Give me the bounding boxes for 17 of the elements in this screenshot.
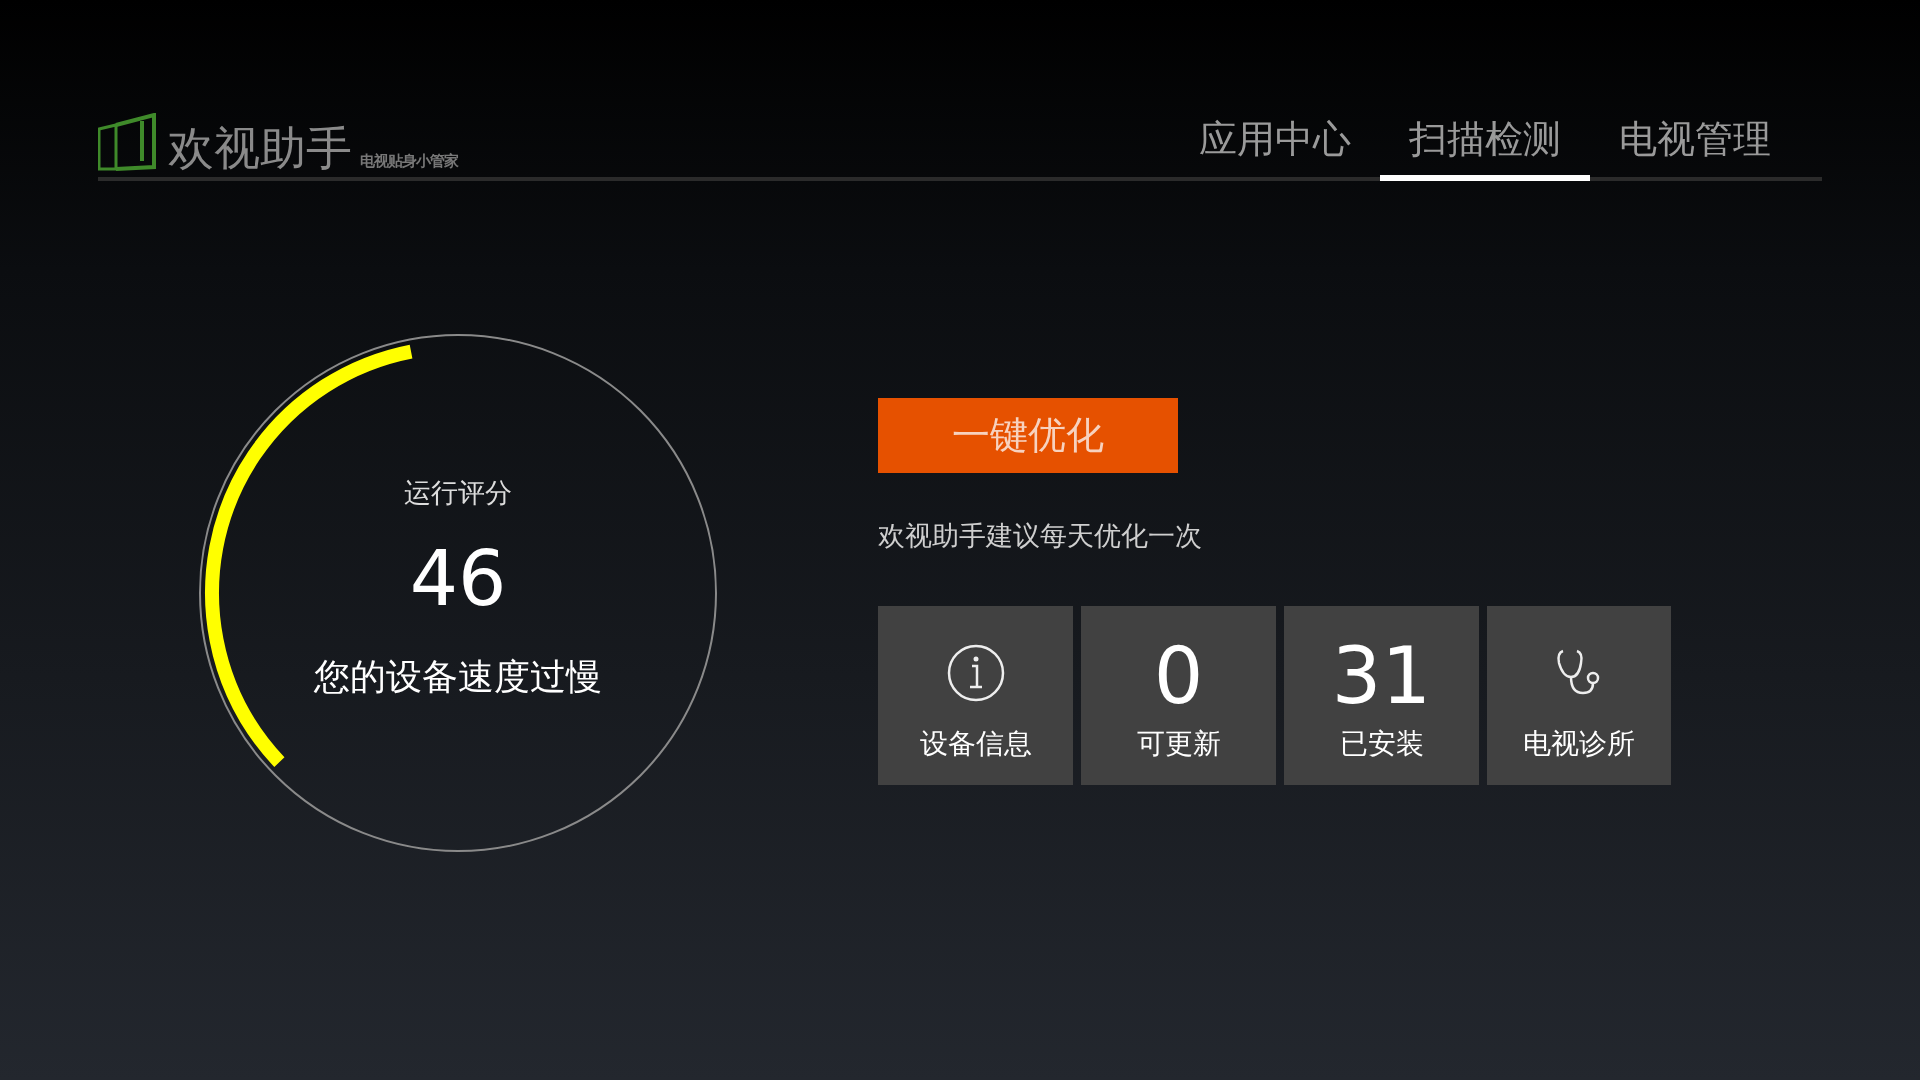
app-title: 欢视助手 (168, 125, 352, 171)
app-subtitle: 电视贴身小管家 (360, 154, 458, 169)
tile-button[interactable]: 0 可更新 (1081, 606, 1276, 785)
nav-tab[interactable]: 应用中心 (1170, 119, 1380, 181)
tile-button[interactable]: 设备信息 (878, 606, 1073, 785)
tile-count: 31 (1331, 640, 1432, 711)
logo-icon (98, 113, 156, 171)
score-value: 46 (409, 540, 507, 617)
status-text: 您的设备速度过慢 (314, 654, 602, 699)
nav-tab[interactable]: 电视管理 (1590, 119, 1800, 181)
tile-button[interactable]: 电视诊所 (1487, 606, 1671, 785)
tile-count: 0 (1153, 640, 1204, 711)
score-label: 运行评分 (404, 475, 512, 510)
info-icon (945, 643, 1006, 703)
nav-tab[interactable]: 扫描检测 (1380, 119, 1590, 181)
tile-button[interactable]: 31 已安装 (1284, 606, 1479, 785)
hint-text: 欢视助手建议每天优化一次 (878, 519, 1203, 553)
